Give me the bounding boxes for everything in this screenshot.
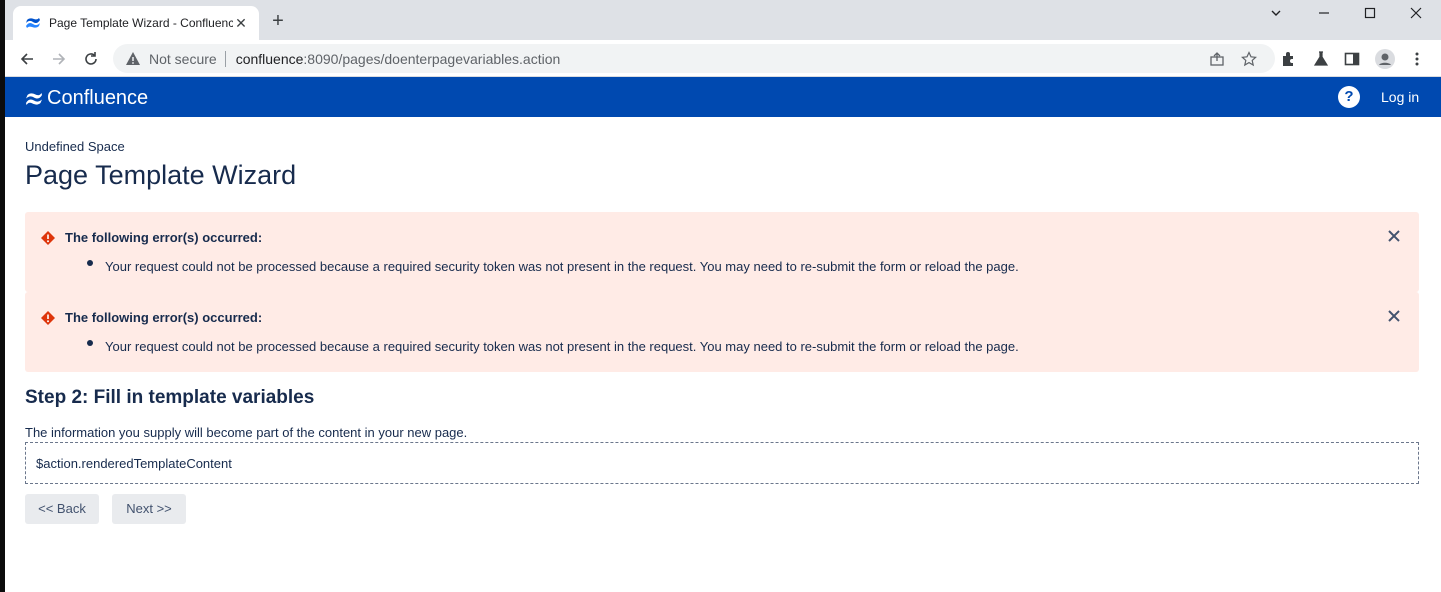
maximize-icon[interactable]: [1347, 0, 1393, 26]
page-title: Page Template Wizard: [25, 160, 297, 190]
browser-tab[interactable]: Page Template Wizard - Confluence ✕: [13, 6, 259, 40]
side-panel-icon[interactable]: [1343, 50, 1361, 68]
next-button[interactable]: Next >>: [112, 494, 186, 524]
close-icon[interactable]: [1386, 308, 1402, 324]
labs-flask-icon[interactable]: [1312, 50, 1330, 68]
error-text: Your request could not be processed beca…: [105, 259, 1019, 274]
close-icon[interactable]: [1386, 228, 1402, 244]
error-message: The following error(s) occurred: Your re…: [25, 292, 1419, 372]
login-link[interactable]: Log in: [1381, 89, 1419, 105]
confluence-favicon-icon: [26, 18, 40, 28]
reload-icon[interactable]: [79, 47, 103, 71]
profile-avatar-icon[interactable]: [1375, 49, 1395, 69]
url-path: :8090/pages/doenterpagevariables.action: [303, 50, 561, 67]
url-host: confluence: [235, 50, 304, 67]
bullet: [87, 340, 93, 346]
browser-menu-icon[interactable]: [1408, 50, 1426, 68]
tab-close-icon[interactable]: ✕: [233, 15, 249, 32]
confluence-logo-icon: [26, 92, 42, 105]
confluence-logo[interactable]: Confluence: [25, 87, 148, 110]
warning-icon: [126, 51, 140, 65]
back-button[interactable]: << Back: [25, 494, 99, 524]
back-arrow-icon[interactable]: [15, 47, 39, 71]
app-header: Confluence ? Log in: [5, 77, 1441, 117]
bullet: [87, 260, 93, 266]
step-title: Step 2: Fill in template variables: [25, 387, 315, 408]
browser-toolbar: Not secure confluence:8090/pages/doenter…: [5, 40, 1441, 77]
minimize-icon[interactable]: [1301, 0, 1347, 26]
error-text: Your request could not be processed beca…: [105, 339, 1019, 354]
error-heading: The following error(s) occurred:: [65, 230, 263, 245]
error-icon: [41, 231, 55, 245]
error-heading: The following error(s) occurred:: [65, 310, 263, 325]
product-name: Confluence: [47, 87, 149, 109]
tab-search-icon[interactable]: [1253, 0, 1299, 26]
new-tab-button[interactable]: +: [267, 10, 289, 32]
tab-title: Page Template Wizard - Confluence: [49, 16, 233, 30]
share-icon[interactable]: [1209, 51, 1225, 67]
step-description: The information you supply will become p…: [25, 425, 468, 440]
extensions-icon[interactable]: [1280, 50, 1298, 68]
address-bar[interactable]: Not secure confluence:8090/pages/doenter…: [113, 44, 1275, 73]
browser-window: Page Template Wizard - Confluence ✕ + No…: [5, 0, 1441, 592]
tab-strip: Page Template Wizard - Confluence ✕ +: [5, 0, 1441, 40]
security-status[interactable]: Not secure: [149, 51, 217, 67]
forward-arrow-icon[interactable]: [47, 47, 71, 71]
bookmark-star-icon[interactable]: [1241, 51, 1257, 67]
omnibox-divider: [224, 50, 226, 67]
breadcrumb-space[interactable]: Undefined Space: [25, 139, 125, 154]
error-message: The following error(s) occurred: Your re…: [25, 212, 1419, 292]
close-window-icon[interactable]: [1393, 0, 1439, 26]
template-content-box: $action.renderedTemplateContent: [25, 442, 1419, 484]
help-icon[interactable]: ?: [1338, 86, 1360, 108]
error-icon: [41, 311, 55, 325]
